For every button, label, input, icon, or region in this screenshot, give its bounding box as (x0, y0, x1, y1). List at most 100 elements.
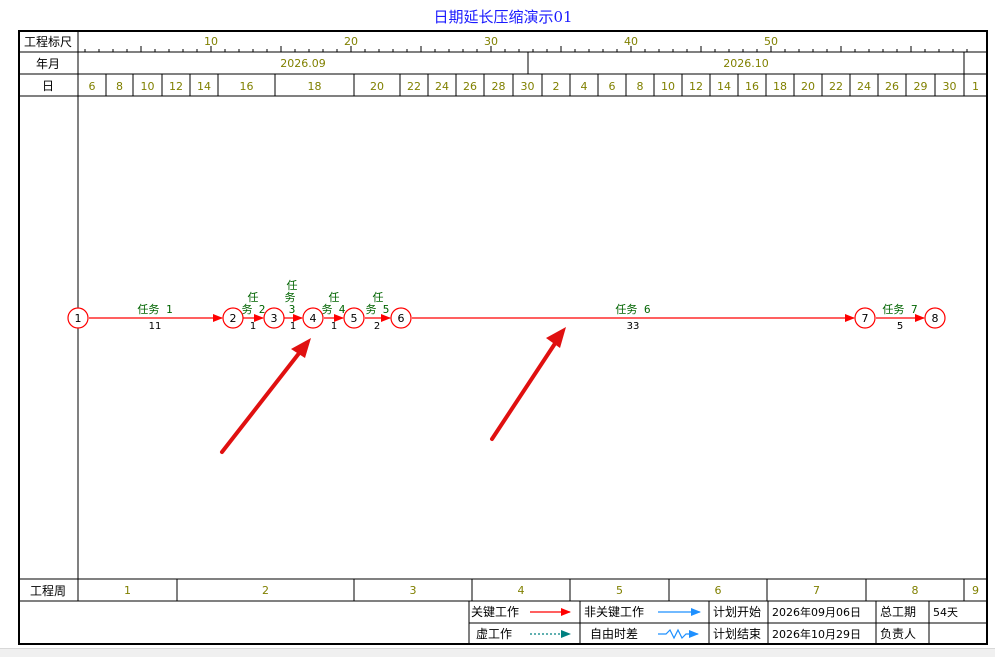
day-label: 20 (801, 80, 815, 93)
task-label: 任务 1 (137, 303, 172, 316)
day-label: 22 (407, 80, 421, 93)
task-duration: 33 (627, 321, 640, 332)
day-label: 10 (141, 80, 155, 93)
row-label-day: 日 (42, 79, 54, 93)
day-label: 6 (89, 80, 96, 93)
svg-text:6: 6 (398, 312, 405, 325)
legend-dummy-label: 虚工作 (476, 627, 512, 641)
legend-noncritical-label: 非关键工作 (584, 605, 644, 619)
task-duration: 5 (897, 321, 903, 332)
legend-float-label: 自由时差 (590, 627, 638, 641)
day-label: 16 (745, 80, 759, 93)
week-label: 9 (972, 584, 979, 597)
day-label: 12 (169, 80, 183, 93)
task-label-wrapped: 任务 2 (242, 291, 266, 316)
day-label: 4 (581, 80, 588, 93)
total-duration-label: 总工期 (880, 605, 916, 619)
outer-frame (18, 30, 988, 645)
node-8[interactable]: 8 (924, 307, 946, 329)
task-label-wrapped: 任务 5 (366, 291, 390, 316)
day-label: 18 (308, 80, 322, 93)
day-label: 18 (773, 80, 787, 93)
day-label: 14 (197, 80, 211, 93)
svg-text:8: 8 (932, 312, 939, 325)
row-label-scale: 工程标尺 (24, 34, 72, 49)
svg-text:1: 1 (75, 312, 82, 325)
plan-end-label: 计划结束 (713, 627, 761, 641)
day-label: 24 (857, 80, 871, 93)
day-label: 2 (553, 80, 560, 93)
day-label: 30 (943, 80, 957, 93)
week-label: 3 (410, 584, 417, 597)
day-label: 10 (661, 80, 675, 93)
task-duration: 11 (149, 321, 162, 332)
month-label: 2026.10 (723, 57, 769, 70)
svg-text:7: 7 (862, 312, 869, 325)
day-label: 14 (717, 80, 731, 93)
week-row: 1 2 3 4 5 6 7 8 9 (77, 579, 988, 601)
week-label: 8 (912, 584, 919, 597)
task-label: 任务 7 (882, 303, 917, 316)
plan-end-value: 2026年10月29日 (772, 627, 861, 641)
svg-text:2: 2 (230, 312, 237, 325)
scale-tick-label: 50 (764, 35, 778, 48)
task-duration: 2 (374, 321, 380, 332)
total-duration-value: 54天 (933, 606, 958, 619)
row-label-month: 年月 (36, 57, 60, 71)
node-6[interactable]: 6 (390, 307, 412, 329)
annotation-arrow (220, 350, 302, 454)
node-7[interactable]: 7 (854, 307, 876, 329)
week-label: 4 (518, 584, 525, 597)
day-label: 24 (435, 80, 449, 93)
day-label: 30 (521, 80, 535, 93)
day-label: 12 (689, 80, 703, 93)
chart-title: 日期延长压缩演示01 (433, 8, 572, 26)
annotation-arrows (220, 327, 566, 454)
node-2[interactable]: 2 (222, 307, 244, 329)
plan-start-value: 2026年09月06日 (772, 605, 861, 619)
scale-tick-label: 40 (624, 35, 638, 48)
svg-text:4: 4 (310, 312, 317, 325)
node-1[interactable]: 1 (67, 307, 89, 329)
node-4[interactable]: 4 (302, 307, 324, 329)
svg-text:3: 3 (271, 312, 278, 325)
day-label: 1 (972, 80, 979, 93)
annotation-arrowhead (291, 338, 311, 358)
annotation-arrow (490, 340, 558, 441)
scale-tick-label: 10 (204, 35, 218, 48)
day-label: 8 (637, 80, 644, 93)
day-label: 22 (829, 80, 843, 93)
week-label: 7 (813, 584, 820, 597)
row-label-week: 工程周 (30, 583, 66, 598)
day-label: 8 (116, 80, 123, 93)
task-duration: 1 (290, 321, 296, 332)
day-row: 6 8 10 12 14 16 18 20 22 24 26 28 30 2 4 6 8 10 12 14 16 18 20… (77, 74, 988, 96)
day-label: 26 (463, 80, 477, 93)
network-chart: 日期延长压缩演示01 工程标尺 年月 日 工程周 10 20 30 40 50 2026… (18, 8, 988, 645)
node-3[interactable]: 3 (263, 307, 285, 329)
task-duration: 1 (331, 321, 337, 332)
week-label: 5 (616, 584, 623, 597)
scale-tick-label: 20 (344, 35, 358, 48)
day-label: 26 (885, 80, 899, 93)
scale-tick-label: 30 (484, 35, 498, 48)
task-label: 任务 6 (615, 303, 650, 316)
task-label-wrapped: 任务 3 (285, 279, 298, 316)
day-label: 29 (914, 80, 928, 93)
week-label: 2 (262, 584, 269, 597)
week-label: 6 (715, 584, 722, 597)
task-duration: 1 (250, 321, 256, 332)
day-label: 20 (370, 80, 384, 93)
scale-ruler: 10 20 30 40 50 (84, 35, 968, 52)
plan-start-label: 计划开始 (713, 605, 761, 619)
legend-float-line (658, 628, 699, 640)
month-label: 2026.09 (280, 57, 326, 70)
day-label: 28 (492, 80, 506, 93)
task-label-wrapped: 任务 4 (322, 291, 346, 316)
annotation-arrowhead (546, 327, 566, 348)
week-label: 1 (124, 584, 131, 597)
day-label: 16 (240, 80, 254, 93)
svg-text:5: 5 (351, 312, 358, 325)
node-5[interactable]: 5 (343, 307, 365, 329)
legend-critical-label: 关键工作 (471, 605, 519, 619)
